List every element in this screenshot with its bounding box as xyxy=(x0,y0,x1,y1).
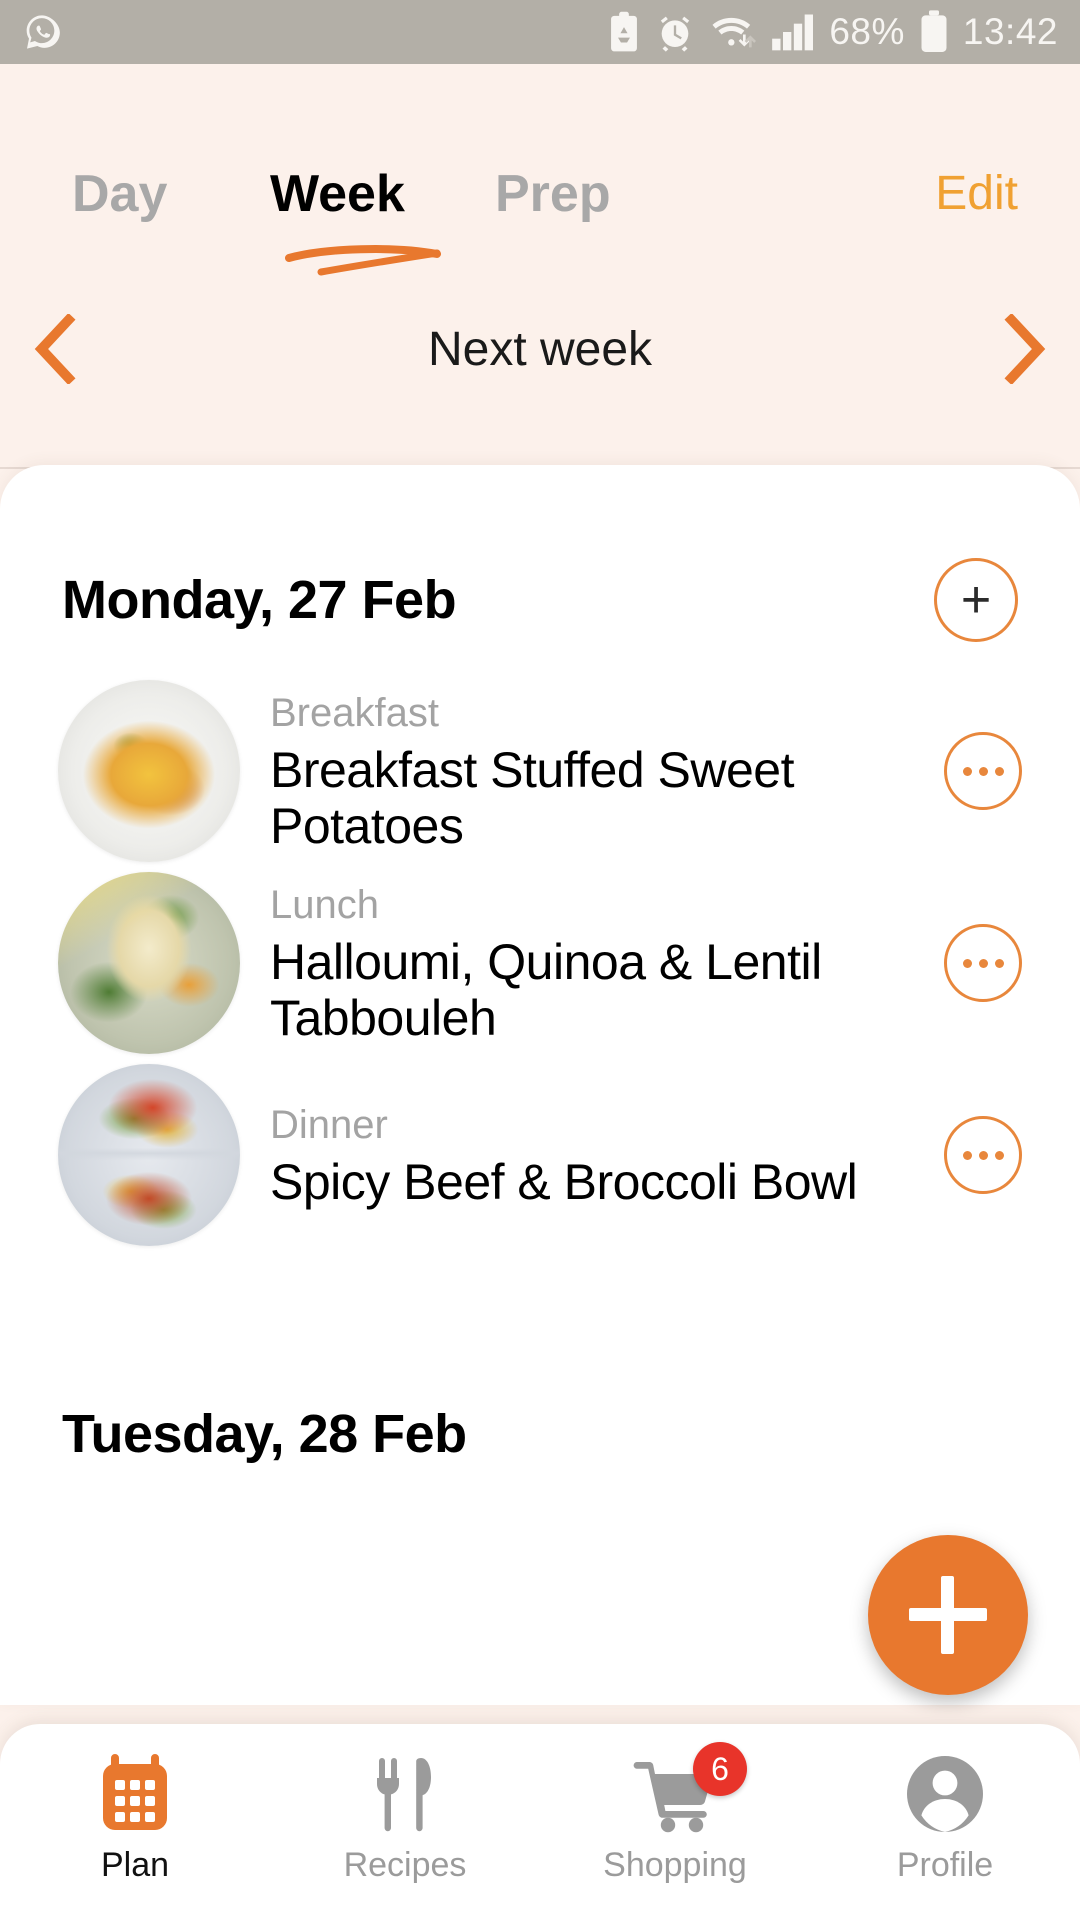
more-options-icon xyxy=(962,958,972,968)
alarm-clock-icon xyxy=(655,12,695,52)
status-badge: 6 xyxy=(693,1742,747,1796)
meal-text: Dinner Spicy Beef & Broccoli Bowl xyxy=(270,1100,928,1211)
tab-prep[interactable]: Prep xyxy=(495,164,611,224)
meal-text: Breakfast Breakfast Stuffed Sweet Potato… xyxy=(270,688,928,855)
nav-item-profile[interactable]: Profile xyxy=(810,1748,1080,1885)
plus-icon xyxy=(909,1576,987,1654)
meal-thumbnail xyxy=(58,872,240,1054)
meal-options-button[interactable] xyxy=(944,732,1022,810)
meal-slot-label: Dinner xyxy=(270,1102,388,1147)
fork-knife-icon xyxy=(369,1748,441,1840)
meal-title: Spicy Beef & Broccoli Bowl xyxy=(270,1153,858,1210)
nav-label: Shopping xyxy=(603,1846,747,1884)
more-options-icon xyxy=(978,1150,988,1160)
meal-title: Halloumi, Quinoa & Lentil Tabbouleh xyxy=(270,933,822,1047)
chevron-left-icon xyxy=(34,314,76,384)
meal-thumbnail xyxy=(58,1064,240,1246)
more-options-icon xyxy=(978,766,988,776)
meal-text: Lunch Halloumi, Quinoa & Lentil Tabboule… xyxy=(270,880,928,1047)
nav-item-recipes[interactable]: Recipes xyxy=(270,1748,540,1885)
nav-item-plan[interactable]: Plan xyxy=(0,1748,270,1885)
more-options-icon xyxy=(994,958,1004,968)
meal-options-button[interactable] xyxy=(944,1116,1022,1194)
app-root: 68% 13:42 Day Week Prep Edit Next week M… xyxy=(0,0,1080,1920)
signal-bars-icon xyxy=(771,12,815,52)
nav-label: Profile xyxy=(896,1846,994,1884)
meal-slot-label: Breakfast xyxy=(270,690,439,735)
shopping-cart-icon: 6 xyxy=(633,1742,747,1840)
meal-row[interactable]: Lunch Halloumi, Quinoa & Lentil Tabboule… xyxy=(0,867,1080,1059)
meal-title: Breakfast Stuffed Sweet Potatoes xyxy=(270,741,795,855)
day-header-monday: Monday, 27 Feb + xyxy=(0,525,1080,675)
prev-week-button[interactable] xyxy=(0,314,110,384)
edit-button[interactable]: Edit xyxy=(935,166,1018,221)
active-tab-underline-icon xyxy=(285,245,441,276)
status-bar-right: 68% 13:42 xyxy=(607,10,1058,54)
status-bar-left xyxy=(22,12,62,52)
calendar-icon xyxy=(97,1748,173,1840)
battery-icon xyxy=(919,10,949,54)
meal-options-button[interactable] xyxy=(944,924,1022,1002)
nav-item-shopping[interactable]: 6 Shopping xyxy=(540,1742,810,1885)
meal-slot-label: Lunch xyxy=(270,882,379,927)
view-tabs: Day Week Prep Edit xyxy=(0,164,1080,276)
header: Day Week Prep Edit Next week xyxy=(0,64,1080,469)
tab-week[interactable]: Week xyxy=(270,164,405,224)
meal-row[interactable]: Breakfast Breakfast Stuffed Sweet Potato… xyxy=(0,675,1080,867)
day-title: Monday, 27 Feb xyxy=(62,570,457,630)
week-label: Next week xyxy=(427,322,653,376)
more-options-icon xyxy=(978,958,988,968)
tab-day[interactable]: Day xyxy=(72,164,167,224)
day-header-tuesday: Tuesday, 28 Feb xyxy=(0,1369,1080,1499)
meal-row[interactable]: Dinner Spicy Beef & Broccoli Bowl xyxy=(0,1059,1080,1251)
chevron-right-icon xyxy=(1004,314,1046,384)
battery-percent-label: 68% xyxy=(829,11,905,52)
person-icon xyxy=(903,1748,987,1840)
nav-label: Plan xyxy=(100,1846,170,1884)
wifi-icon xyxy=(709,12,757,52)
week-navigation: Next week xyxy=(0,294,1080,404)
clipboard-recycle-icon xyxy=(607,11,641,53)
whatsapp-icon xyxy=(22,12,62,52)
add-meal-button-monday[interactable]: + xyxy=(934,558,1018,642)
clock-label: 13:42 xyxy=(962,11,1058,52)
plus-icon: + xyxy=(960,571,992,629)
meal-plan-sheet: Monday, 27 Feb + Breakfast Breakfast Stu… xyxy=(0,465,1080,1705)
nav-label: Recipes xyxy=(343,1846,467,1884)
more-options-icon xyxy=(994,1150,1004,1160)
day-title: Tuesday, 28 Feb xyxy=(62,1404,467,1464)
status-bar: 68% 13:42 xyxy=(0,0,1080,64)
more-options-icon xyxy=(994,766,1004,776)
meal-thumbnail xyxy=(58,680,240,862)
next-week-button[interactable] xyxy=(970,314,1080,384)
more-options-icon xyxy=(962,766,972,776)
add-meal-fab[interactable] xyxy=(868,1535,1028,1695)
bottom-navigation: Plan Recipes 6 Shopping Profile xyxy=(0,1724,1080,1920)
more-options-icon xyxy=(962,1150,972,1160)
